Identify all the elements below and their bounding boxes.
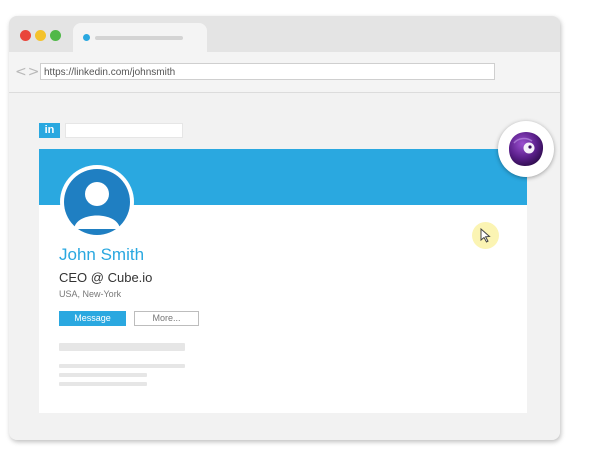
- code-arrows-icon[interactable]: <>: [15, 62, 39, 82]
- page-viewport: in John Smith CEO @ Cube.io USA, New-Yor…: [9, 93, 560, 440]
- avatar[interactable]: [60, 165, 134, 239]
- placeholder-line: [59, 343, 185, 351]
- tab-title-placeholder: [95, 36, 183, 40]
- minimize-window-button[interactable]: [35, 30, 46, 41]
- user-silhouette-icon: [64, 169, 130, 235]
- close-window-button[interactable]: [20, 30, 31, 41]
- browser-tab[interactable]: [73, 23, 207, 52]
- tab-strip: [9, 16, 560, 52]
- browser-toolbar: <> https://linkedin.com/johnsmith: [9, 52, 560, 93]
- placeholder-line: [59, 364, 185, 368]
- profile-headline: CEO @ Cube.io: [59, 270, 153, 285]
- linkedin-logo[interactable]: in: [39, 123, 60, 138]
- cursor-highlight: [472, 222, 499, 249]
- purple-orb-icon: [509, 132, 544, 166]
- profile-location: USA, New-York: [59, 289, 122, 299]
- address-bar[interactable]: https://linkedin.com/johnsmith: [40, 63, 495, 80]
- more-button[interactable]: More...: [134, 311, 199, 326]
- mouse-pointer-icon: [480, 228, 491, 243]
- placeholder-line: [59, 382, 147, 386]
- profile-card: John Smith CEO @ Cube.io USA, New-York M…: [39, 149, 527, 413]
- search-input[interactable]: [65, 123, 183, 138]
- profile-name: John Smith: [59, 245, 145, 264]
- favicon-icon: [83, 34, 90, 41]
- maximize-window-button[interactable]: [50, 30, 61, 41]
- message-button[interactable]: Message: [59, 311, 126, 326]
- assistant-badge[interactable]: [498, 121, 554, 177]
- placeholder-line: [59, 373, 147, 377]
